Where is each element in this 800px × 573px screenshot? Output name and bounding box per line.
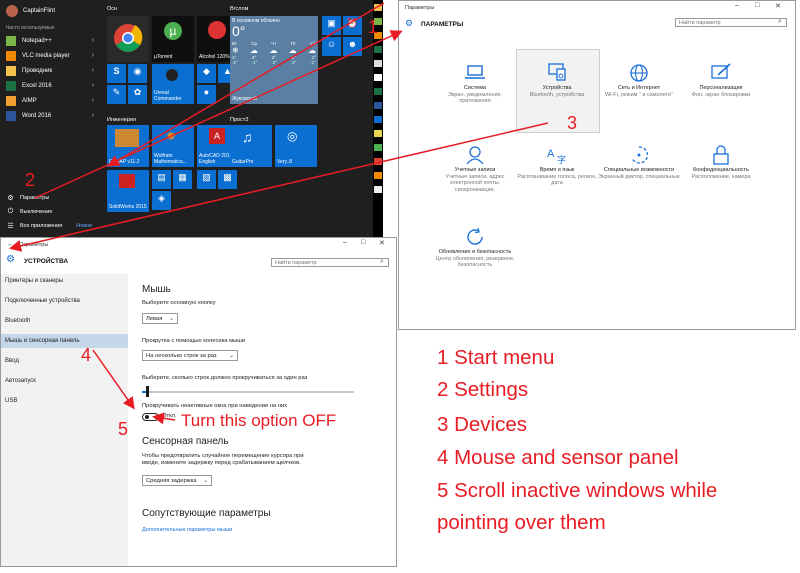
marker-4: 4 xyxy=(81,345,92,365)
legend-line: 5 Scroll inactive windows while xyxy=(437,479,718,502)
legend-line: 3 Devices xyxy=(437,413,528,436)
marker-3: 3 xyxy=(567,113,578,133)
turn-off-note: Turn this option OFF xyxy=(181,411,337,430)
legend-line: 2 Settings xyxy=(437,378,529,401)
legend-line: 4 Mouse and sensor panel xyxy=(437,446,679,469)
arrow-3 xyxy=(9,122,549,252)
legend-line: 1 Start menu xyxy=(437,346,555,369)
arrow-2 xyxy=(34,30,403,199)
legend-line: pointing over them xyxy=(437,511,606,534)
arrow-5 xyxy=(152,412,176,425)
marker-5: 5 xyxy=(118,419,129,439)
marker-1: 1 xyxy=(368,17,379,37)
arrow-1 xyxy=(107,2,385,167)
arrow-4 xyxy=(92,349,135,410)
marker-2: 2 xyxy=(25,170,36,190)
